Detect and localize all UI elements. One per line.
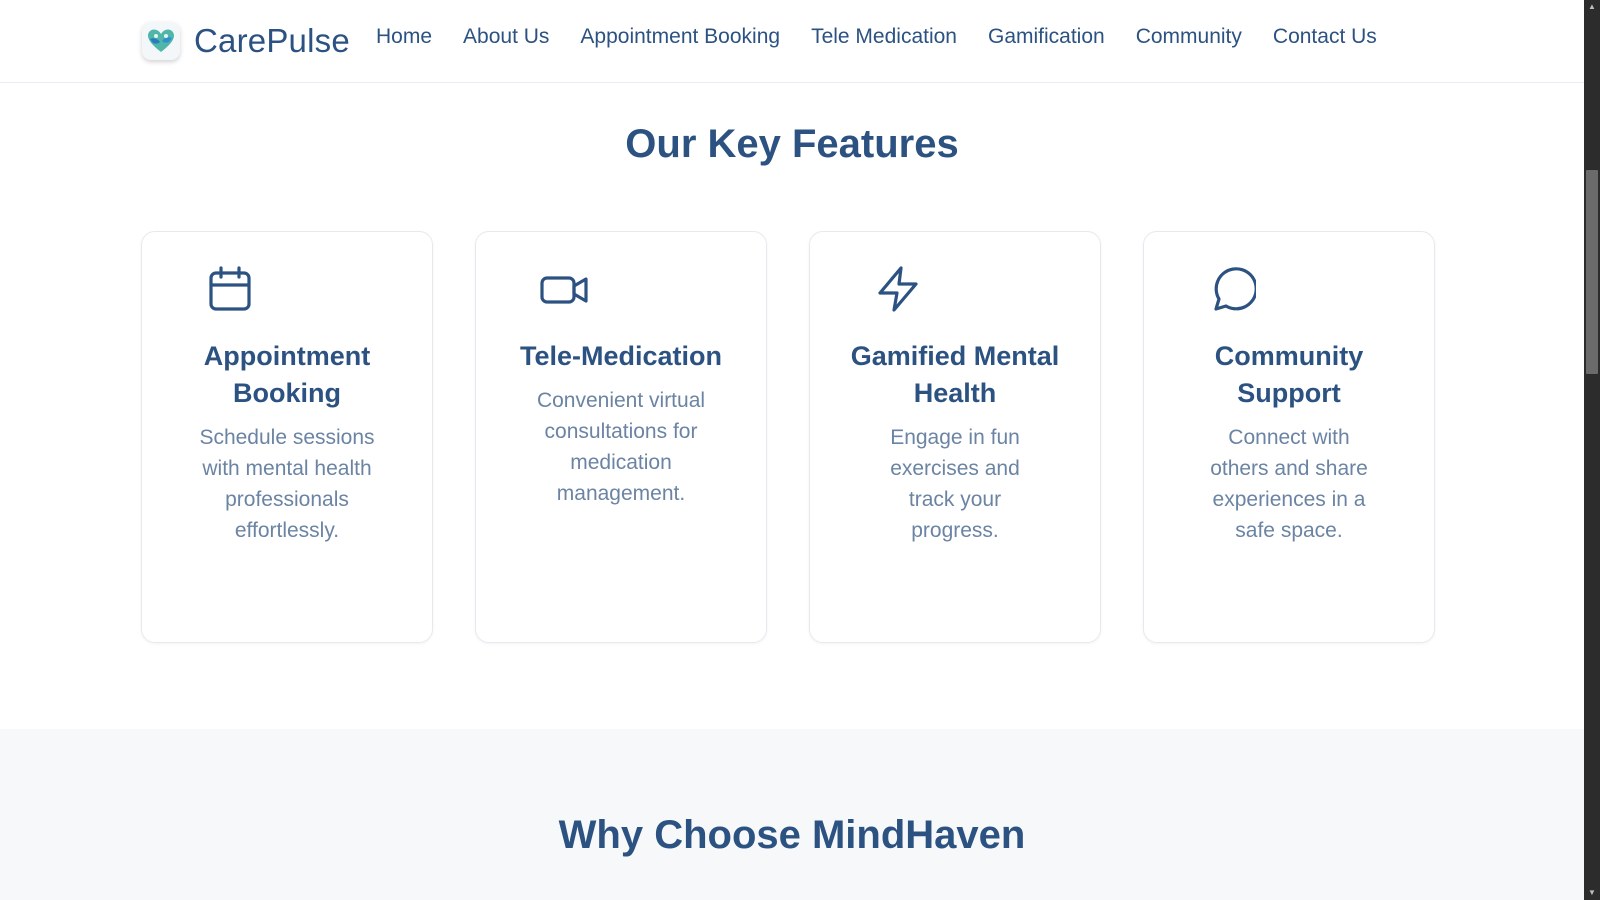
feature-card-gamified-mental-health: Gamified Mental Health Engage in fun exe… [809, 231, 1101, 643]
feature-title: Community Support [1214, 341, 1364, 408]
nav-tele-medication[interactable]: Tele Medication [811, 25, 957, 49]
scroll-down-arrow-icon[interactable]: ▼ [1584, 886, 1600, 900]
brand-home-link[interactable]: CarePulse [142, 20, 350, 62]
nav-home[interactable]: Home [376, 25, 432, 49]
nav-appointment-booking[interactable]: Appointment Booking [580, 25, 780, 49]
scroll-up-arrow-icon[interactable]: ▲ [1584, 0, 1600, 14]
video-camera-icon [540, 265, 588, 313]
feature-card-community-support: Community Support Connect with others an… [1143, 231, 1435, 643]
feature-card-tele-medication: Tele-Medication Convenient virtual consu… [475, 231, 767, 643]
nav-community[interactable]: Community [1136, 25, 1242, 49]
calendar-icon [206, 265, 254, 313]
feature-card-appointment-booking: Appointment Booking Schedule sessions wi… [141, 231, 433, 643]
features-heading: Our Key Features [625, 122, 959, 166]
why-choose-heading: Why Choose MindHaven [558, 813, 1026, 857]
feature-cards: Appointment Booking Schedule sessions wi… [141, 231, 1435, 643]
scroll-thumb[interactable] [1586, 170, 1598, 374]
page: CarePulse Home About Us Appointment Book… [0, 0, 1584, 900]
why-choose-section: Why Choose MindHaven [0, 729, 1584, 900]
brand-name: CarePulse [194, 22, 350, 59]
heart-hands-logo-icon [142, 22, 180, 60]
nav-about-us[interactable]: About Us [463, 25, 549, 49]
site-header: CarePulse Home About Us Appointment Book… [0, 0, 1584, 83]
feature-title: Gamified Mental Health [850, 341, 1060, 408]
main-nav: Home About Us Appointment Booking Tele M… [376, 25, 1377, 49]
lightning-bolt-icon [874, 265, 922, 313]
feature-description: Connect with others and share experience… [1210, 426, 1368, 542]
nav-contact-us[interactable]: Contact Us [1273, 25, 1377, 49]
feature-description: Schedule sessions with mental health pro… [199, 426, 375, 542]
feature-title: Tele-Medication [519, 341, 723, 371]
feature-description: Convenient virtual consultations for med… [536, 389, 706, 505]
nav-gamification[interactable]: Gamification [988, 25, 1105, 49]
chat-bubble-icon [1208, 265, 1256, 313]
page-scrollbar[interactable]: ▲ ▼ [1584, 0, 1600, 900]
feature-description: Engage in fun exercises and track your p… [890, 426, 1020, 542]
feature-title: Appointment Booking [203, 341, 371, 408]
